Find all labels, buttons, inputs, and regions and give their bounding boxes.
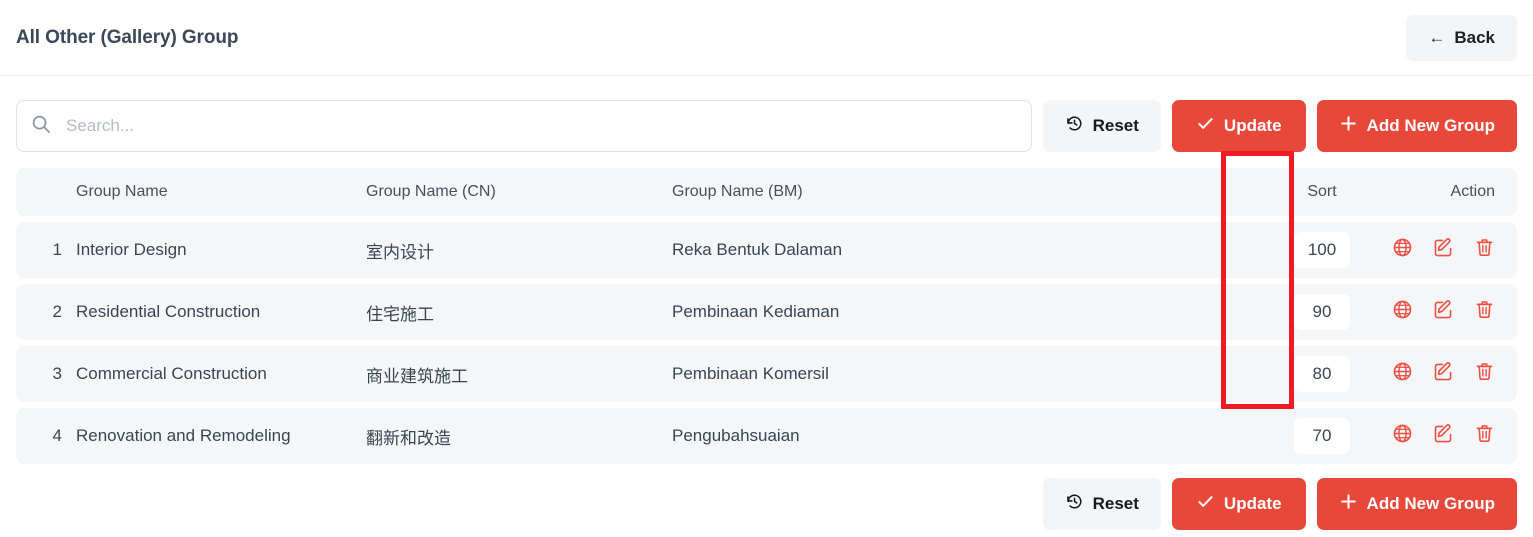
column-header-sort: Sort [1307, 183, 1337, 200]
content-area: Reset Update Add New Group Group Na [0, 76, 1533, 530]
plus-icon [1339, 114, 1358, 138]
sort-input[interactable] [1294, 356, 1350, 392]
toolbar: Reset Update Add New Group [16, 100, 1517, 152]
globe-icon[interactable] [1392, 423, 1413, 449]
column-header-action: Action [1450, 183, 1495, 200]
cell-action [1377, 299, 1517, 325]
cell-group-name-bm: Pengubahsuaian [672, 426, 800, 445]
update-button-label: Update [1223, 116, 1282, 135]
trash-icon[interactable] [1474, 237, 1495, 263]
footer-actions: Reset Update Add New Group [16, 478, 1517, 530]
cell-group-name-bm: Pembinaan Komersil [672, 364, 829, 383]
cell-group-name: Interior Design [76, 240, 187, 259]
page-title: All Other (Gallery) Group [16, 26, 239, 48]
cell-group-name-bm: Reka Bentuk Dalaman [672, 240, 843, 259]
search-icon [31, 114, 51, 139]
update-button-label: Update [1223, 494, 1282, 513]
sort-input[interactable] [1294, 294, 1350, 330]
globe-icon[interactable] [1392, 361, 1413, 387]
cell-group-name-cn: 商业建筑施工 [366, 366, 468, 386]
check-icon [1196, 492, 1215, 516]
sort-input[interactable] [1294, 418, 1350, 454]
table-row: 2 Residential Construction 住宅施工 Pembinaa… [16, 284, 1517, 340]
trash-icon[interactable] [1474, 361, 1495, 387]
update-button-bottom[interactable]: Update [1171, 478, 1306, 530]
search-field[interactable] [16, 100, 1032, 152]
edit-icon[interactable] [1433, 423, 1454, 449]
cell-group-name: Residential Construction [76, 302, 261, 321]
back-button-label: Back [1454, 27, 1495, 47]
table-row: 4 Renovation and Remodeling 翻新和改造 Pengub… [16, 408, 1517, 464]
add-new-group-button-label: Add New Group [1366, 116, 1495, 135]
page-header: All Other (Gallery) Group ← Back [0, 0, 1533, 76]
plus-icon [1339, 492, 1358, 516]
cell-group-name-cn: 翻新和改造 [366, 428, 451, 448]
row-index: 3 [52, 364, 62, 383]
cell-sort [1267, 418, 1377, 454]
cell-action [1377, 237, 1517, 263]
cell-group-name-cn: 住宅施工 [366, 304, 434, 324]
edit-icon[interactable] [1433, 361, 1454, 387]
sort-input[interactable] [1294, 232, 1350, 268]
table-row: 1 Interior Design 室内设计 Reka Bentuk Dalam… [16, 222, 1517, 278]
add-new-group-button-top[interactable]: Add New Group [1316, 100, 1517, 152]
trash-icon[interactable] [1474, 423, 1495, 449]
group-table: Group Name Group Name (CN) Group Name (B… [16, 151, 1517, 464]
edit-icon[interactable] [1433, 299, 1454, 325]
check-icon [1196, 114, 1215, 138]
reset-button-label: Reset [1092, 116, 1139, 135]
edit-icon[interactable] [1433, 237, 1454, 263]
cell-group-name-bm: Pembinaan Kediaman [672, 302, 840, 321]
back-button[interactable]: ← Back [1406, 14, 1517, 61]
cell-sort [1267, 356, 1377, 392]
cell-group-name: Commercial Construction [76, 364, 267, 383]
cell-action [1377, 423, 1517, 449]
column-header-group-name-bm: Group Name (BM) [672, 183, 803, 200]
update-button-top[interactable]: Update [1171, 100, 1306, 152]
row-index: 4 [52, 426, 62, 445]
search-input[interactable] [64, 115, 1017, 137]
row-index: 1 [52, 240, 62, 259]
table-row: 3 Commercial Construction 商业建筑施工 Pembina… [16, 346, 1517, 402]
table-header-row: Group Name Group Name (CN) Group Name (B… [16, 168, 1517, 216]
globe-icon[interactable] [1392, 237, 1413, 263]
globe-icon[interactable] [1392, 299, 1413, 325]
add-new-group-button-bottom[interactable]: Add New Group [1316, 478, 1517, 530]
cell-action [1377, 361, 1517, 387]
column-header-group-name: Group Name [76, 183, 168, 200]
add-new-group-button-label: Add New Group [1366, 494, 1495, 513]
cell-group-name-cn: 室内设计 [366, 242, 434, 262]
reset-button-bottom[interactable]: Reset [1042, 478, 1161, 530]
reset-button-label: Reset [1092, 494, 1139, 513]
history-clock-icon [1065, 114, 1084, 138]
history-clock-icon [1065, 492, 1084, 516]
cell-sort [1267, 294, 1377, 330]
reset-button-top[interactable]: Reset [1042, 100, 1161, 152]
arrow-left-icon: ← [1428, 28, 1446, 47]
row-index: 2 [52, 302, 62, 321]
cell-sort [1267, 232, 1377, 268]
cell-group-name: Renovation and Remodeling [76, 426, 291, 445]
column-header-group-name-cn: Group Name (CN) [366, 183, 496, 200]
trash-icon[interactable] [1474, 299, 1495, 325]
